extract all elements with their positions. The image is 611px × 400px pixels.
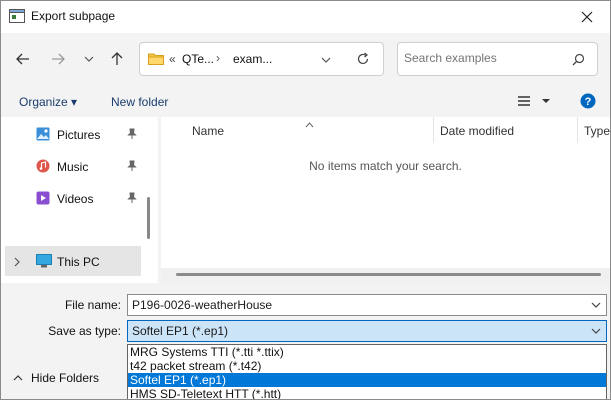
search-icon[interactable]: [572, 53, 585, 69]
search-box[interactable]: [397, 42, 598, 76]
chevron-down-icon: [84, 56, 94, 62]
column-header-type[interactable]: Type: [584, 124, 610, 138]
column-divider[interactable]: [577, 117, 578, 143]
computer-icon: [36, 254, 52, 271]
empty-folder-message: No items match your search.: [309, 159, 462, 173]
sidebar-item-music[interactable]: Music: [1, 151, 141, 181]
chevron-down-icon: [321, 57, 331, 63]
file-name-label: File name:: [64, 298, 121, 312]
caret-down-icon: [542, 99, 550, 103]
up-arrow-icon: [111, 52, 123, 65]
navigation-pane: Pictures Music Videos This PC: [1, 117, 158, 283]
expand-chevron-icon[interactable]: [13, 256, 21, 270]
close-icon: [581, 11, 593, 23]
back-arrow-icon: [16, 53, 29, 65]
pin-icon: [127, 160, 137, 175]
horizontal-scrollbar-thumb[interactable]: [176, 273, 601, 276]
file-name-field[interactable]: P196-0026-weatherHouse: [127, 294, 607, 316]
refresh-icon: [357, 52, 369, 65]
save-as-type-select[interactable]: Softel EP1 (*.ep1): [127, 320, 607, 342]
up-button[interactable]: [105, 47, 129, 71]
sidebar-item-label: Pictures: [57, 128, 101, 142]
new-folder-button[interactable]: New folder: [111, 95, 168, 109]
export-subpage-dialog: Export subpage « QTe... › exam... Search…: [0, 0, 611, 400]
music-icon: [36, 159, 50, 176]
sidebar-item-label: Music: [57, 160, 89, 174]
column-header-name[interactable]: Name: [192, 124, 224, 138]
view-options-button[interactable]: [517, 95, 551, 107]
recent-locations-button[interactable]: [77, 47, 101, 71]
address-bar[interactable]: « QTe... › exam...: [139, 42, 384, 76]
forward-button[interactable]: [46, 47, 70, 71]
forward-arrow-icon: [52, 53, 65, 65]
view-details-icon: [518, 96, 530, 106]
hide-folders-label: Hide Folders: [31, 371, 100, 385]
search-input[interactable]: [404, 51, 564, 65]
file-type-option[interactable]: t42 packet stream (*.t42): [128, 359, 606, 373]
window-app-icon: [9, 9, 25, 23]
close-button[interactable]: [564, 1, 610, 33]
pin-icon: [127, 128, 137, 143]
help-icon: ?: [580, 93, 596, 109]
organize-menu[interactable]: Organize ▾: [19, 95, 77, 109]
sidebar-item-this-pc[interactable]: This PC: [5, 246, 141, 276]
address-dropdown-button[interactable]: [320, 54, 332, 69]
file-list-pane: Name Date modified Type No items match y…: [161, 117, 610, 283]
videos-icon: [36, 191, 50, 208]
save-as-type-value: Softel EP1 (*.ep1): [132, 324, 229, 338]
file-name-value: P196-0026-weatherHouse: [132, 298, 273, 312]
column-header-date-modified[interactable]: Date modified: [440, 124, 514, 138]
chevron-down-icon[interactable]: [590, 325, 602, 340]
sort-caret-icon: [305, 117, 314, 131]
breadcrumb-examples[interactable]: exam...: [233, 52, 272, 66]
address-overflow[interactable]: «: [169, 52, 176, 66]
save-as-type-label: Save as type:: [48, 324, 121, 338]
folder-icon: [148, 52, 164, 68]
breadcrumb-qte[interactable]: QTe...: [182, 52, 214, 66]
file-type-option-highlighted[interactable]: Softel EP1 (*.ep1): [128, 373, 606, 387]
navigation-pane-scrollbar[interactable]: [147, 197, 150, 239]
column-divider[interactable]: [433, 117, 434, 143]
breadcrumb-separator: ›: [216, 51, 220, 65]
pin-icon: [127, 192, 137, 207]
file-type-option[interactable]: HMS SD-Teletext HTT (*.htt): [128, 387, 606, 399]
save-as-type-dropdown-list: MRG Systems TTI (*.tti *.ttix) t42 packe…: [127, 344, 607, 399]
back-button[interactable]: [11, 47, 35, 71]
chevron-up-icon: [13, 375, 23, 381]
sidebar-item-label: Videos: [57, 192, 94, 206]
title-bar: Export subpage: [1, 1, 610, 33]
help-button[interactable]: ?: [580, 93, 596, 112]
sidebar-item-label: This PC: [57, 255, 100, 269]
sidebar-item-videos[interactable]: Videos: [1, 183, 141, 213]
svg-text:?: ?: [585, 96, 592, 108]
file-type-option[interactable]: MRG Systems TTI (*.tti *.ttix): [128, 345, 606, 359]
window-title: Export subpage: [31, 9, 116, 23]
pictures-icon: [36, 127, 50, 144]
command-toolbar: Organize ▾ New folder ?: [1, 87, 610, 117]
chevron-down-icon[interactable]: [590, 299, 602, 314]
sidebar-item-pictures[interactable]: Pictures: [1, 119, 141, 149]
refresh-button[interactable]: [356, 52, 370, 69]
